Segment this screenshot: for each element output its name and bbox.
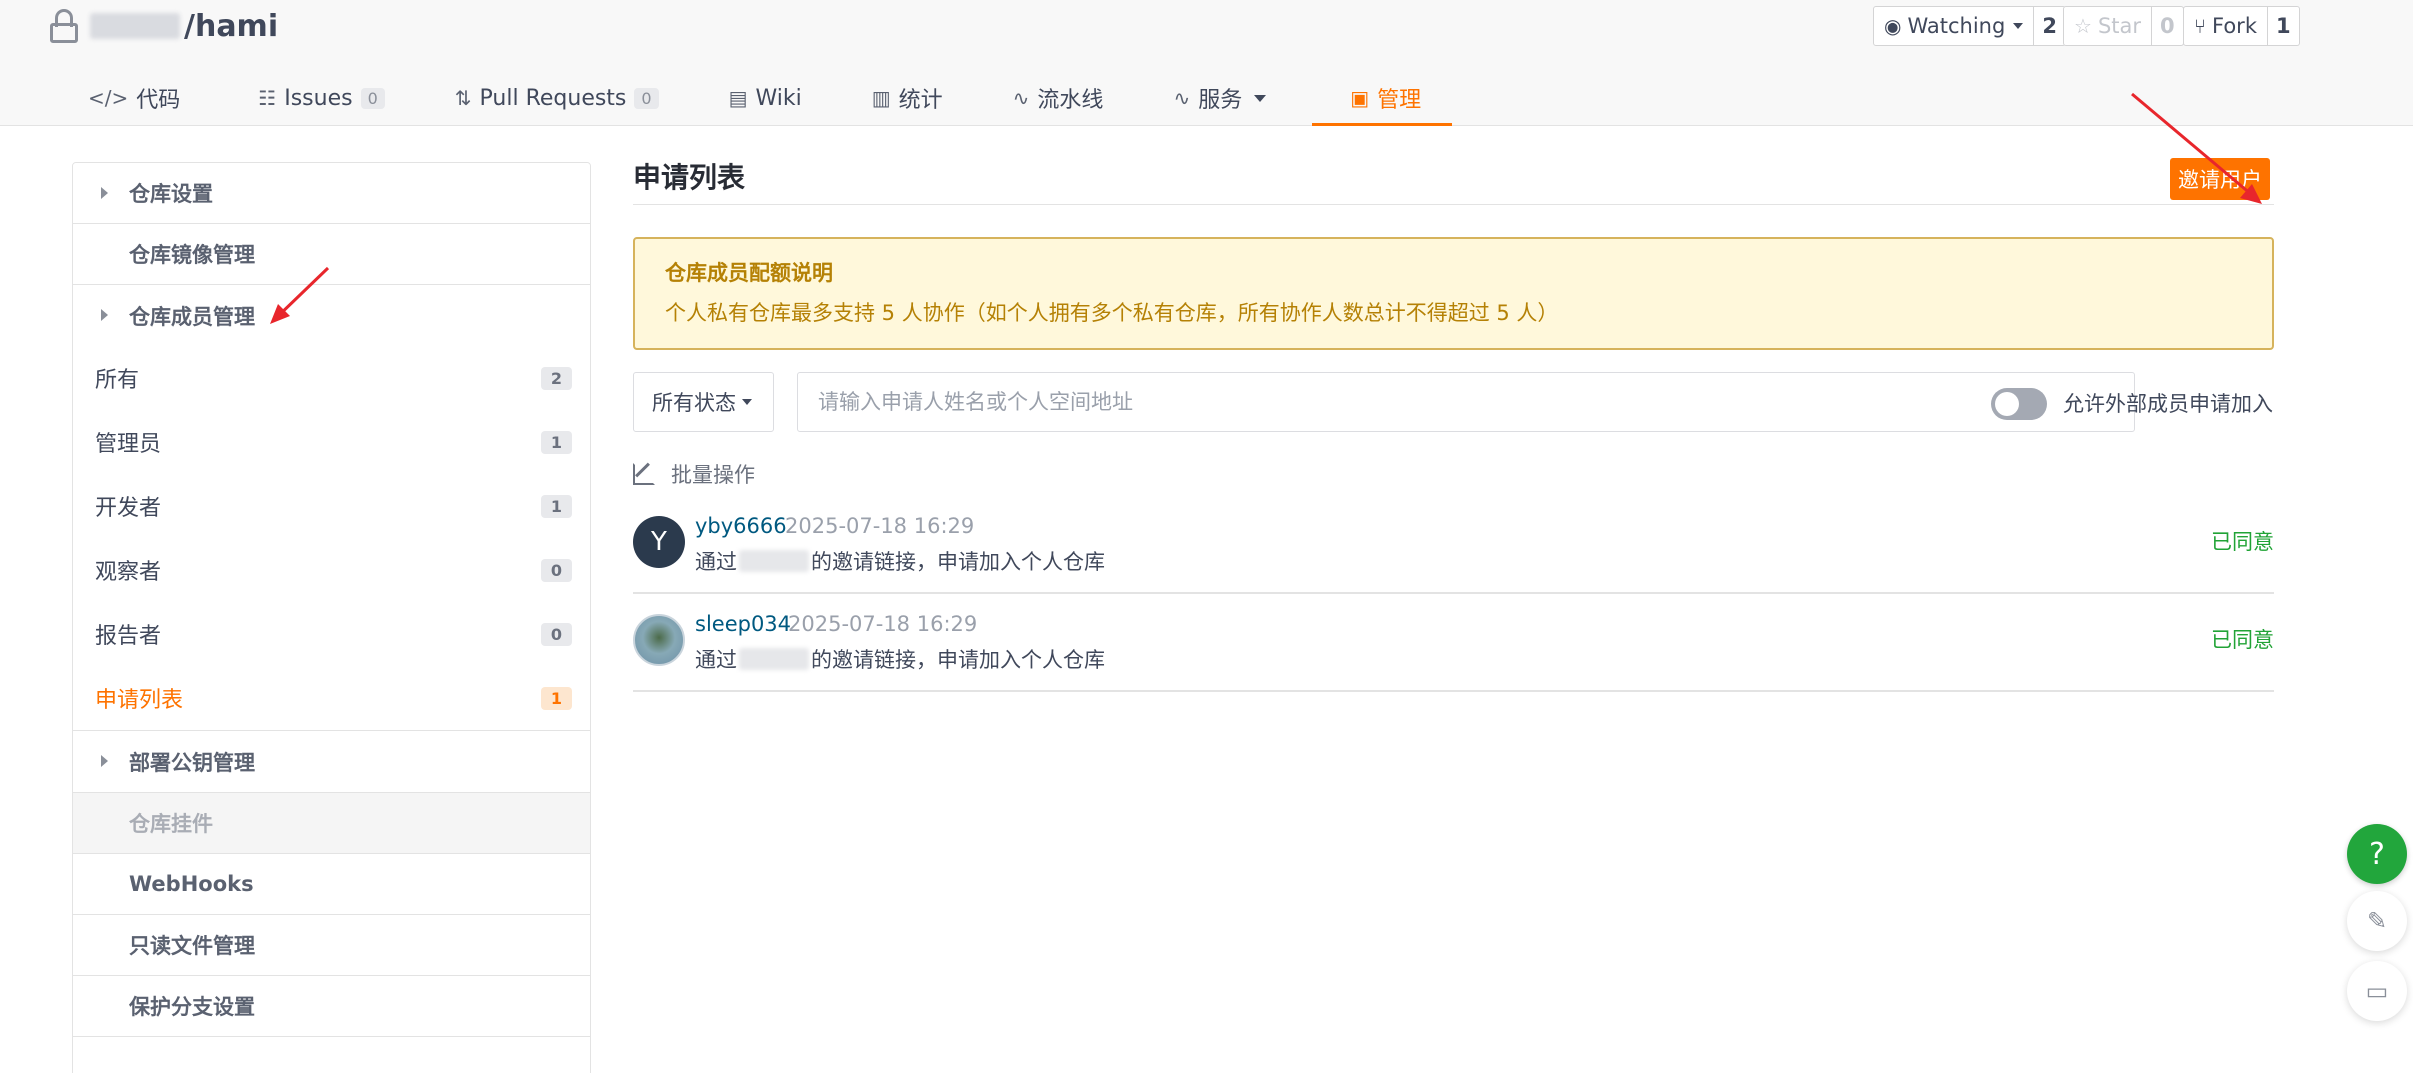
issues-icon: ☷ <box>258 86 277 110</box>
chevron-down-icon <box>2013 23 2024 29</box>
sidebar-item-admins[interactable]: 管理员 1 <box>73 410 590 474</box>
toggle-label: 允许外部成员申请加入 <box>2063 392 2273 416</box>
status-badge: 已同意 <box>2211 530 2274 554</box>
list-item: Y yby6666 2025-07-18 16:29 通过 的邀请链接，申请加入… <box>633 496 2274 594</box>
watch-group: ◉ Watching 2 <box>1873 6 2066 46</box>
sidebar-item-developers[interactable]: 开发者 1 <box>73 474 590 538</box>
avatar[interactable]: Y <box>633 516 685 568</box>
fork-group: ⑂ Fork 1 <box>2183 6 2300 46</box>
edit-icon <box>633 463 655 485</box>
edit-icon: ✎ <box>2366 907 2388 935</box>
help-button[interactable]: ? <box>2347 824 2407 884</box>
fork-count[interactable]: 1 <box>2267 6 2300 46</box>
caret-right-icon <box>101 755 108 767</box>
list-item: sleep034 2025-07-18 16:29 通过 的邀请链接，申请加入个… <box>633 594 2274 692</box>
lock-icon <box>50 9 78 43</box>
count-badge: 1 <box>540 430 572 454</box>
pulse-icon: ∿ <box>1173 86 1191 110</box>
annotation-arrow-icon <box>270 266 330 324</box>
chart-icon: ▥ <box>871 86 891 110</box>
sidebar-item-observers[interactable]: 观察者 0 <box>73 538 590 602</box>
pipeline-icon: ∿ <box>1012 86 1030 110</box>
repo-nav-tabs: </> 代码 ☷ Issues 0 ⇅ Pull Requests 0 ▤ Wi… <box>64 70 1453 126</box>
tab-wiki[interactable]: ▤ Wiki <box>683 70 826 126</box>
divider <box>633 204 2274 205</box>
tab-code[interactable]: </> 代码 <box>64 70 204 126</box>
request-time: 2025-07-18 16:29 <box>788 612 978 636</box>
annotation-arrow-icon <box>2131 92 2262 204</box>
caret-right-icon <box>101 309 108 321</box>
batch-operation-button[interactable]: 批量操作 <box>633 459 755 489</box>
caret-right-icon <box>101 187 108 199</box>
quota-notice: 仓库成员配额说明 个人私有仓库最多支持 5 人协作（如个人拥有多个私有仓库，所有… <box>633 237 2274 350</box>
code-icon: </> <box>88 86 129 110</box>
blurred-name <box>739 550 809 572</box>
tab-pipeline[interactable]: ∿ 流水线 <box>967 70 1128 126</box>
pull-request-icon: ⇅ <box>454 86 472 110</box>
count-badge: 0 <box>540 622 572 646</box>
count-badge: 1 <box>540 494 572 518</box>
manage-icon: ▣ <box>1350 86 1370 110</box>
eye-icon: ◉ <box>1884 14 1902 38</box>
members-submenu: 所有 2 管理员 1 开发者 1 观察者 0 报告者 0 申请列表 1 <box>73 346 590 731</box>
watch-count[interactable]: 2 <box>2034 6 2066 46</box>
count-badge: 2 <box>540 366 572 390</box>
repo-title: /hami <box>50 6 278 46</box>
notice-title: 仓库成员配额说明 <box>665 261 833 285</box>
watch-button[interactable]: ◉ Watching <box>1873 6 2035 46</box>
allow-external-toggle[interactable] <box>1991 388 2047 420</box>
sidebar-group-repo-settings[interactable]: 仓库设置 <box>73 163 590 224</box>
blurred-name <box>739 648 809 670</box>
star-count[interactable]: 0 <box>2152 6 2184 46</box>
request-list: Y yby6666 2025-07-18 16:29 通过 的邀请链接，申请加入… <box>633 496 2274 692</box>
tab-issues[interactable]: ☷ Issues 0 <box>204 70 408 126</box>
fork-icon: ⑂ <box>2194 14 2206 38</box>
request-time: 2025-07-18 16:29 <box>785 514 975 538</box>
sidebar-item-webhooks[interactable]: WebHooks <box>73 854 590 915</box>
tab-stats[interactable]: ▥ 统计 <box>826 70 967 126</box>
chat-button[interactable]: ▭ <box>2347 961 2407 1021</box>
sidebar-item-all[interactable]: 所有 2 <box>73 346 590 410</box>
star-button[interactable]: ☆ Star <box>2063 6 2153 46</box>
wiki-icon: ▤ <box>728 86 748 110</box>
count-badge: 0 <box>540 558 572 582</box>
repo-header: /hami ◉ Watching 2 ☆ Star 0 ⑂ Fork 1 </>… <box>0 0 2413 126</box>
tab-manage[interactable]: ▣ 管理 <box>1312 70 1453 126</box>
user-link[interactable]: yby6666 <box>695 514 787 538</box>
status-badge: 已同意 <box>2211 628 2274 652</box>
issues-count-badge: 0 <box>360 87 385 109</box>
blurred-owner <box>90 13 180 39</box>
sidebar-item-reporters[interactable]: 报告者 0 <box>73 602 590 666</box>
status-filter-dropdown[interactable]: 所有状态 <box>633 372 774 432</box>
feedback-button[interactable]: ✎ <box>2347 891 2407 951</box>
chevron-down-icon <box>1254 94 1267 102</box>
tab-services[interactable]: ∿ 服务 <box>1127 70 1290 126</box>
page-title: 申请列表 <box>633 161 746 194</box>
filter-row: 所有状态 允许外部成员申请加入 <box>633 372 2274 432</box>
chat-icon: ▭ <box>2365 977 2389 1005</box>
fork-button[interactable]: ⑂ Fork <box>2183 6 2268 46</box>
star-group: ☆ Star 0 <box>2063 6 2184 46</box>
sidebar-item-readonly-files[interactable]: 只读文件管理 <box>73 915 590 976</box>
toggle-knob <box>1995 392 2019 416</box>
applicant-search-input[interactable] <box>797 372 2135 432</box>
request-description: 通过 的邀请链接，申请加入个人仓库 <box>695 550 1105 574</box>
sidebar-item-plugins[interactable]: 仓库挂件 <box>73 793 590 854</box>
sidebar-group-deploy-keys[interactable]: 部署公钥管理 <box>73 731 590 793</box>
repo-name[interactable]: /hami <box>184 9 278 44</box>
sidebar-item-truncated[interactable] <box>73 1037 590 1073</box>
request-description: 通过 的邀请链接，申请加入个人仓库 <box>695 648 1105 672</box>
user-link[interactable]: sleep034 <box>695 612 791 636</box>
sidebar-item-protected-branches[interactable]: 保护分支设置 <box>73 976 590 1037</box>
sidebar-item-requests[interactable]: 申请列表 1 <box>73 666 590 730</box>
avatar[interactable] <box>633 614 685 666</box>
pr-count-badge: 0 <box>634 87 659 109</box>
notice-text: 个人私有仓库最多支持 5 人协作（如个人拥有多个私有仓库，所有协作人数总计不得超… <box>665 301 1559 325</box>
chevron-down-icon <box>742 399 752 405</box>
star-icon: ☆ <box>2074 14 2092 38</box>
count-badge: 1 <box>540 686 572 710</box>
tab-pull-requests[interactable]: ⇅ Pull Requests 0 <box>409 70 683 126</box>
